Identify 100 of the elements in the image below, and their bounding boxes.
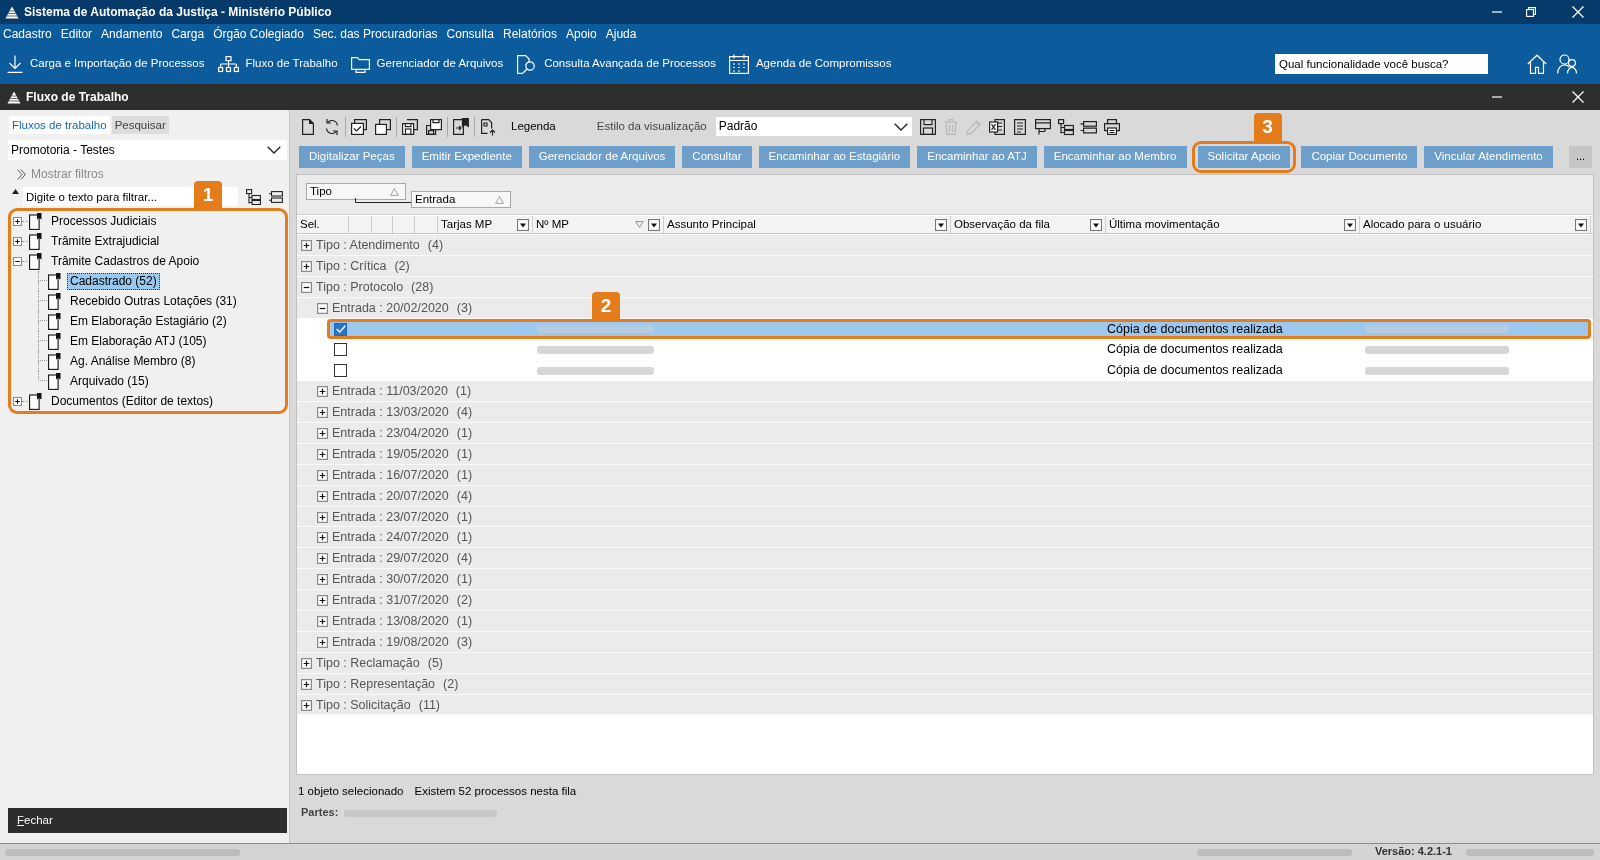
tree-icon[interactable] xyxy=(246,188,261,205)
group-row-label[interactable]: Entrada : 24/07/2020 xyxy=(332,530,449,546)
group-row-label[interactable]: Tipo : Crítica xyxy=(316,258,387,274)
column-header[interactable]: Tarjas MP xyxy=(438,216,533,233)
group-row-label[interactable]: Entrada : 11/03/2020 xyxy=(332,384,448,400)
view-style-select[interactable]: Padrão xyxy=(715,117,912,136)
group-row-label[interactable]: Tipo : Representação xyxy=(316,676,436,692)
tab[interactable]: Pesquisar xyxy=(111,116,169,134)
spreadsheet-icon[interactable] xyxy=(987,117,1006,136)
document-arrow-icon[interactable] xyxy=(452,117,470,136)
stacked-windows-icon[interactable] xyxy=(374,117,392,136)
plus-box-icon[interactable] xyxy=(13,216,22,226)
group-row-label[interactable]: Entrada : 19/05/2020 xyxy=(332,446,449,462)
toolbar-button[interactable]: Agenda de Compromissos xyxy=(728,54,892,74)
tree-item[interactable]: Trâmite Cadastros de Apoio xyxy=(48,252,203,270)
group-row-label[interactable]: Entrada : 20/02/2020 xyxy=(332,300,449,316)
toolbar-button[interactable]: Fluxo de Trabalho xyxy=(217,55,338,73)
legend-button[interactable]: Legenda xyxy=(511,119,556,134)
table-row[interactable]: Cópia de documentos realizada xyxy=(327,360,1591,382)
plus-box-icon[interactable] xyxy=(301,260,312,272)
close-icon[interactable] xyxy=(1572,6,1584,18)
group-row-label[interactable]: Entrada : 16/07/2020 xyxy=(332,467,449,483)
form-icon[interactable] xyxy=(1033,117,1052,136)
table-row[interactable]: Cópia de documentos realizada xyxy=(327,318,1591,340)
toolbar-button[interactable]: Carga e Importação de Processos xyxy=(7,55,205,73)
disk-copy-icon[interactable] xyxy=(401,117,419,136)
row-checkbox[interactable] xyxy=(334,364,347,378)
tree-item[interactable]: Em Elaboração Estagiário (2) xyxy=(67,312,230,330)
tree-item[interactable]: Documentos (Editor de textos) xyxy=(48,392,217,410)
plus-box-icon[interactable] xyxy=(317,490,328,502)
tree-item[interactable]: Ag. Análise Membro (8) xyxy=(67,352,199,370)
group-by-chip[interactable]: Tipo xyxy=(306,183,406,200)
minus-box-icon[interactable] xyxy=(13,256,22,266)
menu-item[interactable]: Editor xyxy=(60,26,93,42)
plus-box-icon[interactable] xyxy=(301,678,312,690)
tree-item[interactable]: Processos Judiciais xyxy=(48,212,160,230)
column-header[interactable]: Última movimentação xyxy=(1106,216,1360,233)
tree-item[interactable]: Trâmite Extrajudicial xyxy=(48,232,163,250)
tree-item[interactable]: Recebido Outras Lotações (31) xyxy=(67,292,240,310)
menu-item[interactable]: Apoio xyxy=(566,26,597,42)
plus-box-icon[interactable] xyxy=(317,553,328,565)
unit-select[interactable]: Promotoria - Testes xyxy=(8,140,287,160)
column-filter-icon[interactable] xyxy=(648,218,660,231)
document-upload-icon[interactable] xyxy=(479,117,497,136)
tab[interactable]: Fluxos de trabalho xyxy=(9,116,110,134)
group-row-label[interactable]: Entrada : 13/08/2020 xyxy=(332,613,449,629)
column-header[interactable]: Observação da fila xyxy=(951,216,1106,233)
minus-box-icon[interactable] xyxy=(317,302,328,314)
plus-box-icon[interactable] xyxy=(317,595,328,607)
toolbar-button[interactable]: Gerenciador de Arquivos xyxy=(350,55,504,73)
group-row-label[interactable]: Tipo : Atendimento xyxy=(316,237,420,253)
plus-box-icon[interactable] xyxy=(317,615,328,627)
group-by-chip[interactable]: Entrada xyxy=(411,191,511,208)
column-filter-icon[interactable] xyxy=(1090,218,1102,231)
table-row[interactable]: Cópia de documentos realizada xyxy=(327,339,1591,361)
menu-item[interactable]: Andamento xyxy=(101,26,163,42)
column-filter-icon[interactable] xyxy=(517,218,529,231)
group-row-label[interactable]: Entrada : 13/03/2020 xyxy=(332,405,449,421)
group-row-label[interactable]: Entrada : 23/04/2020 xyxy=(332,425,449,441)
column-filter-icon[interactable] xyxy=(1344,218,1356,231)
plus-box-icon[interactable] xyxy=(301,239,312,251)
plus-box-icon[interactable] xyxy=(13,236,22,246)
home-icon[interactable] xyxy=(1527,54,1547,74)
close-icon[interactable] xyxy=(1572,91,1584,103)
row-checkbox[interactable] xyxy=(334,343,347,357)
checked-window-icon[interactable] xyxy=(350,117,368,136)
group-row-label[interactable]: Entrada : 20/07/2020 xyxy=(332,488,449,504)
search-field[interactable]: Qual funcionalidade você busca? xyxy=(1275,54,1488,74)
plus-box-icon[interactable] xyxy=(317,532,328,544)
column-header[interactable]: Sel. xyxy=(297,216,349,233)
plus-box-icon[interactable] xyxy=(317,469,328,481)
tree-item[interactable]: Arquivado (15) xyxy=(67,372,152,390)
menu-item[interactable]: Consulta xyxy=(446,26,494,42)
menu-item[interactable]: Órgão Colegiado xyxy=(213,26,304,42)
group-row-label[interactable]: Entrada : 31/07/2020 xyxy=(332,593,449,609)
refresh-icon[interactable] xyxy=(323,117,341,136)
group-row-label[interactable]: Tipo : Protocolo xyxy=(316,279,404,295)
group-row-label[interactable]: Entrada : 19/08/2020 xyxy=(332,634,449,650)
tree-item[interactable]: Cadastrado (52) xyxy=(67,272,160,290)
minus-box-icon[interactable] xyxy=(301,281,312,293)
plus-box-icon[interactable] xyxy=(301,657,312,669)
tree-item[interactable]: Em Elaboração ATJ (105) xyxy=(67,332,210,350)
group-row-label[interactable]: Tipo : Reclamação xyxy=(316,655,420,671)
plus-box-icon[interactable] xyxy=(317,448,328,460)
more-button[interactable]: ... xyxy=(1569,146,1592,168)
plus-box-icon[interactable] xyxy=(317,511,328,523)
toolbar-button[interactable]: Consulta Avançada de Processos xyxy=(516,54,716,74)
group-row-label[interactable]: Tipo : Solicitação xyxy=(316,697,411,713)
disk-stack-icon[interactable] xyxy=(425,117,443,136)
menu-item[interactable]: Sec. das Procuradorias xyxy=(312,26,438,42)
group-row-label[interactable]: Entrada : 30/07/2020 xyxy=(332,572,449,588)
plus-box-icon[interactable] xyxy=(317,427,328,439)
menu-item[interactable]: Cadastro xyxy=(3,26,52,42)
row-checkbox[interactable] xyxy=(334,322,347,336)
save-icon[interactable] xyxy=(918,117,937,136)
column-header[interactable]: Assunto Principal xyxy=(664,216,951,233)
tree-icon[interactable] xyxy=(1056,117,1075,136)
column-filter-icon[interactable] xyxy=(935,218,947,231)
printer-icon[interactable] xyxy=(1102,117,1121,136)
plus-box-icon[interactable] xyxy=(317,636,328,648)
